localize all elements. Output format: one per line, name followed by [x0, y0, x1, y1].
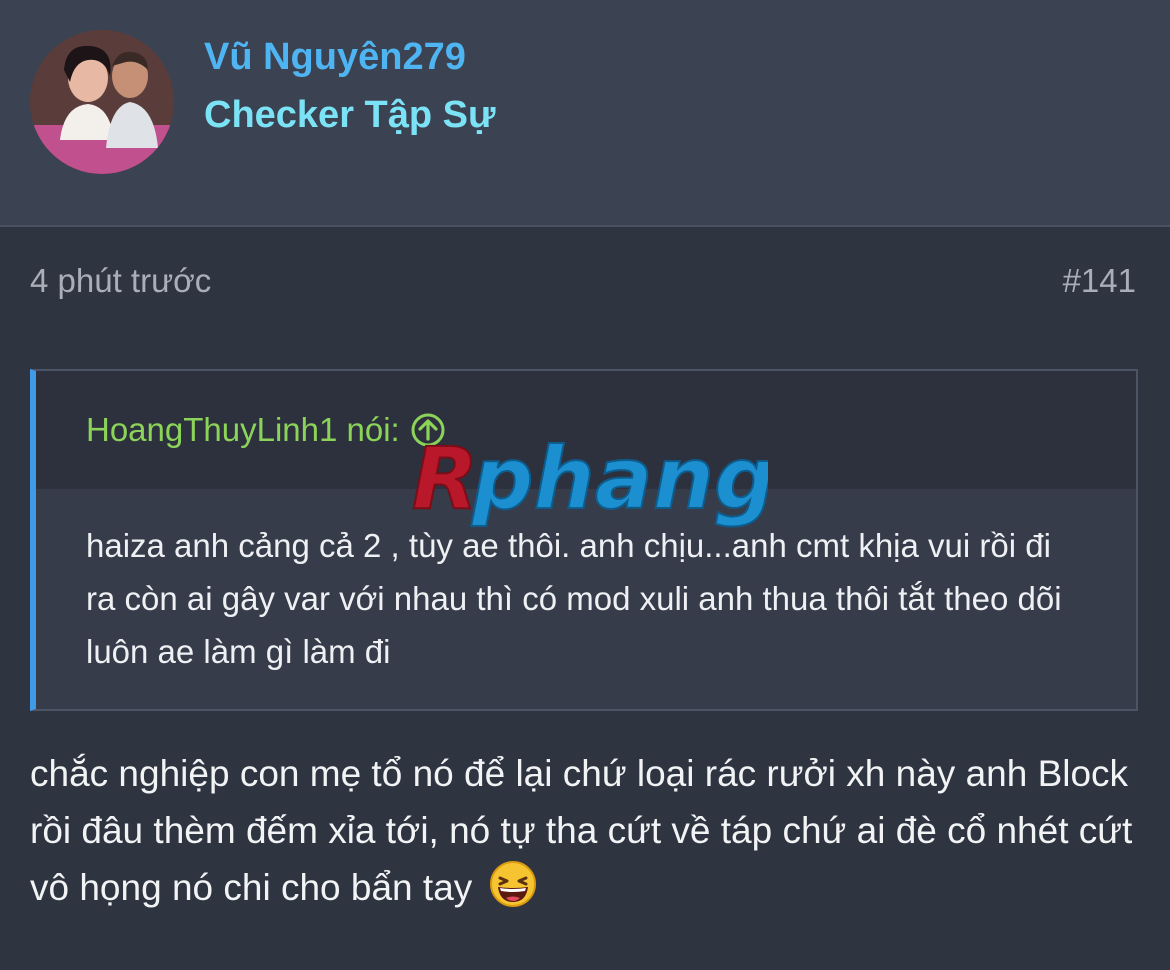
- user-header: Vũ Nguyên279 Checker Tập Sự: [0, 0, 1170, 227]
- laughing-face-emoji-icon: [489, 860, 537, 908]
- username[interactable]: Vũ Nguyên279: [204, 36, 466, 79]
- post-message: chắc nghiệp con mẹ tổ nó để lại chứ loại…: [30, 745, 1140, 916]
- quote-header: HoangThuyLinh1 nói:: [36, 371, 1136, 489]
- post-message-text: chắc nghiệp con mẹ tổ nó để lại chứ loại…: [30, 753, 1133, 908]
- quote-body: haiza anh cảng cả 2 , tùy ae thôi. anh c…: [86, 527, 1062, 670]
- post-container: Vũ Nguyên279 Checker Tập Sự 4 phút trước…: [0, 0, 1170, 970]
- quote-author-link[interactable]: HoangThuyLinh1 nói:: [86, 411, 446, 449]
- user-rank-title: Checker Tập Sự: [204, 94, 496, 136]
- quote-block: HoangThuyLinh1 nói: haiza anh cảng cả 2 …: [30, 369, 1138, 711]
- user-avatar[interactable]: [30, 30, 174, 174]
- post-timestamp[interactable]: 4 phút trước: [30, 262, 211, 300]
- post-number[interactable]: #141: [1063, 262, 1136, 300]
- quote-author-label: HoangThuyLinh1 nói:: [86, 411, 400, 448]
- arrow-up-circle-icon[interactable]: [410, 412, 446, 448]
